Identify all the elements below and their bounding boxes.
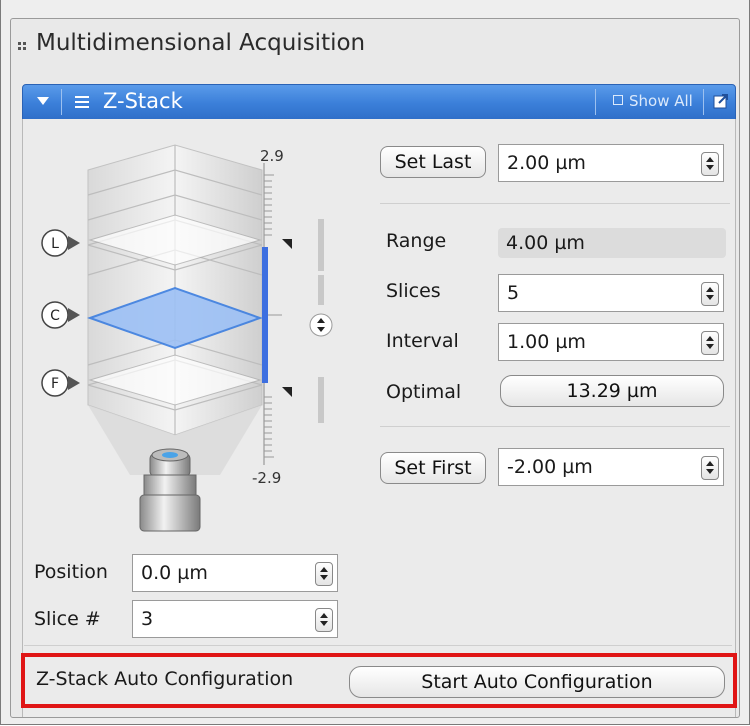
- range-value: 4.00 µm: [498, 228, 726, 258]
- range-bar: [262, 247, 268, 383]
- slice-number-label: Slice #: [34, 608, 101, 630]
- set-last-combo[interactable]: 2.00 µm: [498, 144, 724, 182]
- divider: [380, 203, 730, 204]
- spin-arrows-icon[interactable]: [701, 456, 719, 480]
- slice-number-combo[interactable]: 3: [132, 600, 338, 638]
- range-label: Range: [386, 230, 447, 252]
- interval-combo[interactable]: 1.00 µm: [498, 323, 724, 361]
- show-all-label: Show All: [629, 92, 693, 110]
- spin-arrows-icon[interactable]: [315, 562, 333, 586]
- collapse-triangle-icon[interactable]: [37, 97, 49, 105]
- divider: [24, 645, 732, 646]
- list-menu-icon[interactable]: [75, 95, 89, 109]
- optimal-label: Optimal: [386, 381, 462, 403]
- slices-combo[interactable]: 5: [498, 274, 724, 312]
- position-value: 0.0 µm: [141, 562, 208, 584]
- auto-config-label: Z-Stack Auto Configuration: [36, 668, 294, 690]
- slice-number-value: 3: [141, 608, 154, 630]
- checkbox-icon: [613, 95, 623, 105]
- slices-value: 5: [507, 282, 520, 304]
- popout-icon[interactable]: [713, 93, 729, 109]
- header-divider: [703, 89, 704, 115]
- panel-title: Multidimensional Acquisition: [36, 30, 366, 56]
- set-first-value: -2.00 µm: [507, 456, 593, 478]
- drag-grip-icon[interactable]: [18, 42, 28, 52]
- zstack-header[interactable]: Z-Stack Show All: [22, 84, 736, 120]
- position-label: Position: [34, 561, 108, 583]
- set-last-value: 2.00 µm: [507, 152, 586, 174]
- zstack-diagram[interactable]: L C F 2.9 -2.9: [30, 135, 350, 545]
- marker-C-label: C: [50, 308, 60, 324]
- focus-slider[interactable]: [309, 219, 333, 423]
- position-combo[interactable]: 0.0 µm: [132, 554, 338, 592]
- marker-L-icon[interactable]: L: [41, 229, 80, 257]
- start-auto-configuration-button[interactable]: Start Auto Configuration: [349, 666, 725, 698]
- last-pointer-icon[interactable]: [282, 239, 292, 249]
- optimal-button[interactable]: 13.29 µm: [500, 375, 724, 407]
- scale-bottom-label: -2.9: [252, 469, 281, 487]
- interval-value: 1.00 µm: [507, 331, 586, 353]
- header-divider: [595, 89, 596, 115]
- first-pointer-icon[interactable]: [282, 387, 292, 397]
- marker-L-label: L: [51, 236, 59, 252]
- marker-F-icon[interactable]: F: [41, 369, 80, 397]
- slices-label: Slices: [386, 280, 441, 302]
- spin-arrows-icon[interactable]: [701, 331, 719, 355]
- set-last-button[interactable]: Set Last: [380, 146, 486, 178]
- show-all-toggle[interactable]: Show All: [613, 92, 693, 110]
- marker-F-label: F: [51, 376, 59, 392]
- spin-arrows-icon[interactable]: [315, 608, 333, 632]
- zstack-title: Z-Stack: [103, 89, 183, 113]
- divider: [380, 426, 730, 427]
- interval-label: Interval: [386, 330, 459, 352]
- scale-top-label: 2.9: [260, 147, 284, 165]
- set-first-button[interactable]: Set First: [380, 452, 486, 484]
- set-first-combo[interactable]: -2.00 µm: [498, 448, 724, 486]
- spin-arrows-icon[interactable]: [701, 282, 719, 306]
- spin-arrows-icon[interactable]: [701, 152, 719, 176]
- header-divider: [61, 89, 62, 115]
- marker-C-icon[interactable]: C: [41, 301, 80, 329]
